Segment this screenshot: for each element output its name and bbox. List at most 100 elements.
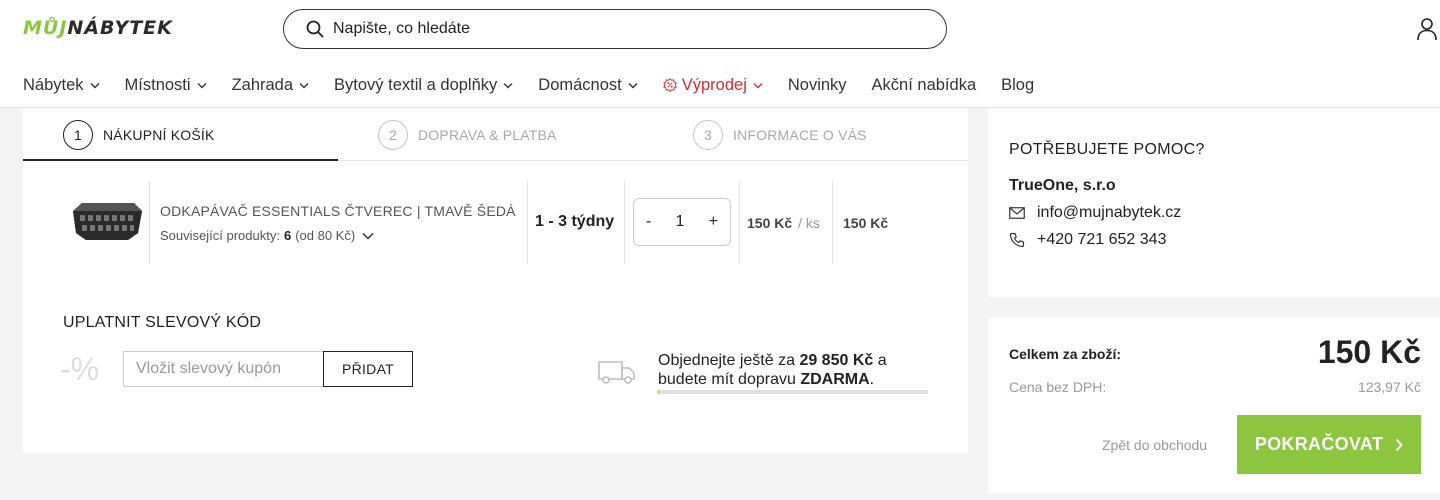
product-image[interactable] <box>68 199 146 243</box>
nav-item-label: Blog <box>1001 75 1035 94</box>
search-icon <box>306 20 324 38</box>
ship-amount: 29 850 Kč <box>799 352 874 369</box>
nav-item-label: Bytový textil a doplňky <box>334 75 498 94</box>
step-cart[interactable]: 1 NÁKUPNÍ KOŠÍK <box>63 120 215 150</box>
user-account-icon[interactable] <box>1416 17 1438 41</box>
nav-item-8[interactable]: Blog <box>1001 76 1034 95</box>
total-label: Celkem za zboží: <box>1009 346 1122 362</box>
vat-value: 123,97 Kč <box>1357 379 1421 395</box>
discount-title: UPLATNIT SLEVOVÝ KÓD <box>63 314 262 331</box>
nav-item-label: Místnosti <box>124 75 191 94</box>
cart-panel: 1 NÁKUPNÍ KOŠÍK 2 DOPRAVA & PLATBA 3 INF… <box>23 108 968 453</box>
discount-percent-icon: -% <box>60 351 100 387</box>
help-email-text[interactable]: info@mujnabytek.cz <box>1037 204 1181 222</box>
chevron-down-icon <box>753 82 763 88</box>
nav-item-7[interactable]: Akční nabídka <box>872 76 977 95</box>
checkout-steps: 1 NÁKUPNÍ KOŠÍK 2 DOPRAVA & PLATBA 3 INF… <box>23 108 968 161</box>
related-from: (od 80 Kč) <box>295 228 356 243</box>
order-summary-panel: Celkem za zboží: 150 Kč Cena bez DPH: 12… <box>988 317 1440 493</box>
vat-label: Cena bez DPH: <box>1009 379 1107 395</box>
ship-text-3: budete mít dopravu <box>658 371 796 388</box>
nav-item-0[interactable]: Nábytek <box>23 76 100 95</box>
logo-part-1: MŮJ <box>23 17 68 39</box>
nav-item-label: Novinky <box>787 75 847 94</box>
chevron-down-icon <box>197 82 207 88</box>
step-number: 2 <box>378 120 408 150</box>
envelope-icon <box>1009 207 1025 219</box>
ship-free: ZDARMA <box>800 371 870 388</box>
nav-item-label: Domácnost <box>538 75 622 94</box>
logo-part-2: NÁBYTEK <box>67 17 173 39</box>
column-divider <box>149 181 150 264</box>
search-input[interactable] <box>333 20 893 38</box>
ship-end: . <box>869 371 875 388</box>
back-to-shop-link[interactable]: Zpět do obchodu <box>1102 437 1207 453</box>
related-products-toggle[interactable]: Související produkty: 6 (od 80 Kč) <box>160 228 374 243</box>
chevron-down-icon <box>299 82 309 88</box>
sale-badge-icon <box>663 78 677 92</box>
step-label: DOPRAVA & PLATBA <box>418 127 557 143</box>
nav-item-6[interactable]: Novinky <box>788 76 847 95</box>
help-panel: POTŘEBUJETE POMOC? TrueOne, s.r.o info@m… <box>988 108 1440 297</box>
delivery-truck-icon <box>598 361 635 384</box>
apply-discount-button[interactable]: PŘIDAT <box>323 351 413 387</box>
qty-increase-button[interactable]: + <box>709 213 718 231</box>
continue-label: POKRAČOVAT <box>1254 434 1384 454</box>
step-number: 1 <box>63 120 93 150</box>
nav-item-4[interactable]: Domácnost <box>538 75 638 95</box>
nav-item-label: Výprodej <box>681 75 747 94</box>
help-phone-text[interactable]: +420 721 652 343 <box>1037 231 1166 249</box>
main-nav: Nábytek Místnosti Zahrada Bytový textil a d… <box>23 74 1059 96</box>
help-company: TrueOne, s.r.o <box>1009 177 1116 194</box>
product-name[interactable]: ODKAPÁVAČ ESSENTIALS ČTVEREC | TMAVĚ ŠED… <box>160 203 516 219</box>
unit-price: 150 Kč / ks <box>747 215 820 231</box>
help-title: POTŘEBUJETE POMOC? <box>1009 141 1205 158</box>
delivery-time: 1 - 3 týdny <box>535 213 615 230</box>
line-total-price: 150 Kč <box>843 215 889 231</box>
nav-item-2[interactable]: Zahrada <box>232 76 309 95</box>
active-step-underline <box>23 159 338 161</box>
step-label: INFORMACE O VÁS <box>733 127 867 143</box>
step-shipping-payment[interactable]: 2 DOPRAVA & PLATBA <box>378 120 557 150</box>
unit-price-suffix: / ks <box>798 215 820 231</box>
step-customer-info[interactable]: 3 INFORMACE O VÁS <box>693 120 867 150</box>
free-shipping-progress <box>658 390 928 394</box>
qty-value[interactable]: 1 <box>676 213 685 231</box>
search-bar[interactable] <box>283 9 947 49</box>
ship-text-2: a <box>877 352 887 369</box>
site-logo[interactable]: MŮJ NÁBYTEK <box>23 17 173 39</box>
chevron-down-icon <box>362 232 374 240</box>
column-divider <box>527 181 528 264</box>
chevron-down-icon <box>628 82 638 88</box>
nav-item-label: Akční nabídka <box>871 75 977 94</box>
ship-text-1: Objednejte ještě za <box>658 352 795 369</box>
help-phone[interactable]: +420 721 652 343 <box>1009 231 1166 249</box>
unit-price-value: 150 Kč <box>747 215 793 231</box>
quantity-stepper[interactable]: - 1 + <box>633 198 731 246</box>
help-email[interactable]: info@mujnabytek.cz <box>1009 204 1181 222</box>
nav-item-label: Nábytek <box>23 75 84 94</box>
phone-icon <box>1009 232 1025 248</box>
nav-item-3[interactable]: Bytový textil a doplňky <box>334 76 513 95</box>
continue-button[interactable]: POKRAČOVAT <box>1237 415 1421 474</box>
chevron-down-icon <box>90 82 100 88</box>
cart-item-row: ODKAPÁVAČ ESSENTIALS ČTVEREC | TMAVĚ ŠED… <box>23 181 968 264</box>
nav-item-1[interactable]: Místnosti <box>125 76 207 95</box>
step-label: NÁKUPNÍ KOŠÍK <box>103 127 215 143</box>
free-shipping-message: Objednejte ještě za 29 850 Kč a budete m… <box>658 351 938 389</box>
qty-decrease-button[interactable]: - <box>646 213 651 231</box>
free-shipping-progress-fill <box>658 390 660 394</box>
column-divider <box>832 181 833 264</box>
column-divider <box>624 181 625 264</box>
site-header: MŮJNÁBYTEK Nábytek Místnosti Zahrada Bytový… <box>0 0 1440 108</box>
discount-code-input[interactable] <box>123 351 323 387</box>
nav-item-5[interactable]: Výprodej <box>663 76 763 95</box>
nav-item-label: Zahrada <box>231 75 294 94</box>
related-label: Související produkty: <box>160 228 280 243</box>
chevron-down-icon <box>503 82 513 88</box>
related-count: 6 <box>283 228 292 243</box>
column-divider <box>739 181 740 264</box>
chevron-right-icon <box>1395 438 1404 451</box>
total-value: 150 Kč <box>1317 334 1421 370</box>
step-number: 3 <box>693 120 723 150</box>
